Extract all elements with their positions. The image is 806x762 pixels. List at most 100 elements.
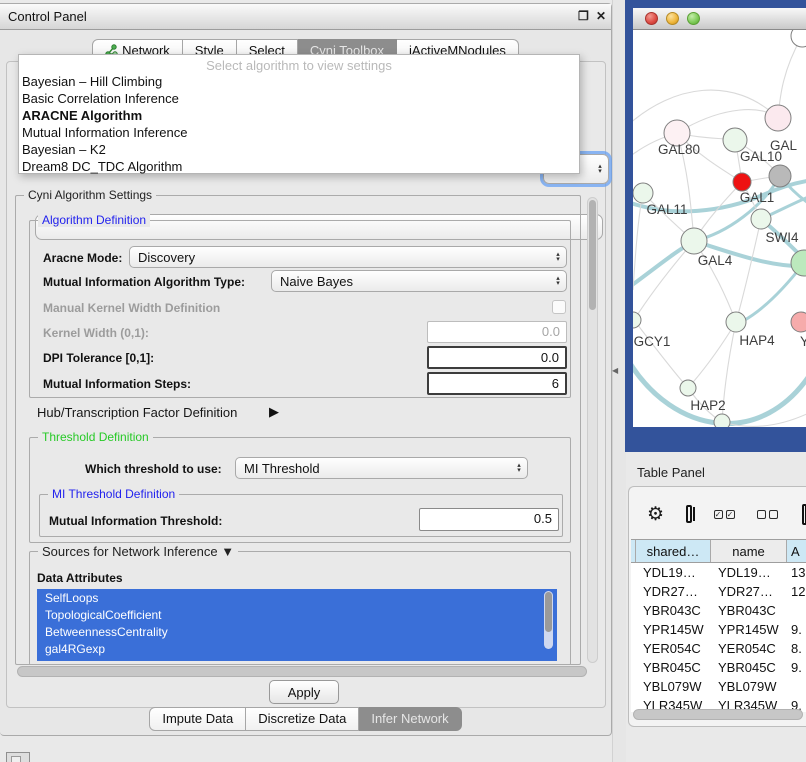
split-columns-icon[interactable] bbox=[686, 505, 692, 523]
column-header-name[interactable]: name bbox=[711, 540, 787, 562]
sources-collapse-arrow-icon: ▼ bbox=[221, 544, 234, 559]
mi-threshold-field[interactable]: 0.5 bbox=[419, 508, 559, 531]
table-row[interactable]: YDL19…YDL19…13 bbox=[631, 563, 806, 582]
column-header-clipped[interactable]: A bbox=[787, 540, 806, 562]
algorithm-option[interactable]: Basic Correlation Inference bbox=[19, 90, 579, 107]
node-label-gal10: GAL10 bbox=[740, 149, 782, 164]
minimize-traffic-light-icon[interactable] bbox=[666, 12, 679, 25]
network-node-y[interactable] bbox=[791, 312, 806, 332]
dpi-tolerance-field[interactable]: 0.0 bbox=[427, 346, 567, 369]
apply-button[interactable]: Apply bbox=[269, 680, 339, 704]
network-node-gal11[interactable] bbox=[633, 183, 653, 203]
attribute-list-item[interactable]: TopologicalCoefficient bbox=[37, 606, 557, 623]
control-panel-title: Control Panel bbox=[8, 9, 87, 24]
table-row[interactable]: YER054CYER054C8. bbox=[631, 639, 806, 658]
network-node[interactable] bbox=[769, 165, 791, 187]
tab-infer-network[interactable]: Infer Network bbox=[359, 707, 461, 731]
which-threshold-combo[interactable]: MI Threshold ▴▾ bbox=[235, 457, 528, 479]
column-header-shared-name[interactable]: shared… bbox=[636, 540, 711, 562]
node-label-gcy1: GCY1 bbox=[634, 334, 671, 349]
zoom-traffic-light-icon[interactable] bbox=[687, 12, 700, 25]
network-edge[interactable] bbox=[634, 241, 694, 320]
attributes-list-scrollbar-thumb[interactable] bbox=[545, 592, 552, 632]
network-canvas[interactable]: GALGAL80GAL10GAL1GAL11SWI4GAL4GCY1HAP4YH… bbox=[633, 30, 806, 427]
node-attribute-table[interactable]: shared… name A YDL19…YDL19…13YDR27…YDR27… bbox=[631, 539, 806, 712]
algorithm-option[interactable]: Bayesian – Hill Climbing bbox=[19, 73, 579, 90]
table-row[interactable]: YBL079WYBL079W bbox=[631, 677, 806, 696]
table-row[interactable]: YBR045CYBR045C9. bbox=[631, 658, 806, 677]
settings-vertical-scrollbar-thumb[interactable] bbox=[589, 200, 596, 310]
table-cell: YDL19… bbox=[636, 565, 711, 580]
network-node-gcy1[interactable] bbox=[633, 312, 641, 328]
kernel-width-field[interactable]: 0.0 bbox=[427, 321, 567, 343]
mi-steps-label: Mutual Information Steps: bbox=[43, 377, 191, 391]
hub-definition-label[interactable]: Hub/Transcription Factor Definition bbox=[37, 405, 237, 420]
network-node-gal[interactable] bbox=[765, 105, 791, 131]
network-node-gal1[interactable] bbox=[733, 173, 751, 191]
algorithm-option[interactable]: Dream8 DC_TDC Algorithm bbox=[19, 158, 579, 175]
table-cell: YDR27… bbox=[711, 584, 787, 599]
sources-group-title[interactable]: Sources for Network Inference ▼ bbox=[38, 544, 238, 559]
network-edge[interactable] bbox=[677, 110, 778, 133]
select-all-columns-icon[interactable] bbox=[714, 510, 735, 519]
network-node-hap4[interactable] bbox=[726, 312, 746, 332]
table-header-row: shared… name A bbox=[631, 540, 806, 563]
aracne-mode-combo[interactable]: Discovery ▴▾ bbox=[129, 246, 567, 268]
table-panel-toolbar: ⚙ bbox=[639, 497, 806, 531]
manual-kernel-width-checkbox[interactable] bbox=[552, 300, 566, 314]
algorithm-option[interactable]: Bayesian – K2 bbox=[19, 141, 579, 158]
aracne-mode-label: Aracne Mode: bbox=[43, 251, 122, 265]
table-row[interactable]: YDR27…YDR27…12 bbox=[631, 582, 806, 601]
minimized-panel-icon[interactable] bbox=[6, 752, 30, 762]
network-edge[interactable] bbox=[736, 219, 761, 322]
new-table-icon[interactable] bbox=[802, 504, 806, 525]
float-window-icon[interactable]: ❐ bbox=[578, 9, 589, 23]
data-attributes-label: Data Attributes bbox=[37, 571, 123, 585]
network-node-swi4[interactable] bbox=[751, 209, 771, 229]
table-panel: ⚙ shared… name A YDL19…YDL19…13YDR27…YDR… bbox=[628, 486, 806, 727]
close-traffic-light-icon[interactable] bbox=[645, 12, 658, 25]
attribute-list-item[interactable]: SelfLoops bbox=[37, 589, 557, 606]
table-horizontal-scrollbar[interactable] bbox=[633, 709, 803, 720]
settings-horizontal-scrollbar[interactable] bbox=[17, 666, 587, 677]
network-node-hap2[interactable] bbox=[680, 380, 696, 396]
gear-icon[interactable]: ⚙ bbox=[647, 503, 664, 526]
tab-label: Impute Data bbox=[162, 711, 233, 726]
panel-divider[interactable] bbox=[612, 0, 626, 762]
network-node[interactable] bbox=[791, 250, 806, 276]
table-cell: YER054C bbox=[711, 641, 787, 656]
network-node-gal4[interactable] bbox=[681, 228, 707, 254]
attribute-list-item[interactable]: BetweennessCentrality bbox=[37, 623, 557, 640]
network-window-titlebar[interactable] bbox=[633, 8, 806, 30]
algorithm-popup-items: Bayesian – Hill ClimbingBasic Correlatio… bbox=[19, 73, 579, 175]
network-node[interactable] bbox=[714, 414, 730, 427]
network-graph: GALGAL80GAL10GAL1GAL11SWI4GAL4GCY1HAP4YH… bbox=[633, 30, 806, 427]
desktop: Control Panel ❐ ✕ NetworkStyleSelectCyni… bbox=[0, 0, 806, 762]
table-cell: YER054C bbox=[636, 641, 711, 656]
network-edge[interactable] bbox=[688, 322, 736, 388]
mi-steps-field[interactable]: 6 bbox=[427, 372, 567, 395]
node-label-gal1: GAL1 bbox=[740, 190, 775, 205]
table-row[interactable]: YPR145WYPR145W9. bbox=[631, 620, 806, 639]
table-cell: YDR27… bbox=[636, 584, 711, 599]
table-row[interactable]: YBR043CYBR043C bbox=[631, 601, 806, 620]
mi-algorithm-type-combo[interactable]: Naive Bayes ▴▾ bbox=[271, 270, 567, 292]
algorithm-dropdown-popup: Select algorithm to view settings Bayesi… bbox=[18, 54, 580, 174]
algorithm-option[interactable]: Mutual Information Inference bbox=[19, 124, 579, 141]
network-node[interactable] bbox=[791, 30, 806, 47]
attribute-list-item[interactable]: gal4RGexp bbox=[37, 640, 557, 657]
hub-expand-arrow-icon[interactable]: ▶ bbox=[269, 404, 279, 420]
algorithm-option[interactable]: ARACNE Algorithm bbox=[19, 107, 579, 124]
settings-vertical-scrollbar[interactable] bbox=[587, 197, 598, 663]
close-icon[interactable]: ✕ bbox=[596, 9, 606, 23]
tab-discretize-data[interactable]: Discretize Data bbox=[246, 707, 359, 731]
tab-label: Infer Network bbox=[371, 711, 448, 726]
deselect-all-columns-icon[interactable] bbox=[757, 510, 778, 519]
which-threshold-label: Which threshold to use: bbox=[85, 462, 222, 476]
algorithm-popup-placeholder: Select algorithm to view settings bbox=[19, 55, 579, 73]
divider-collapse-icon[interactable]: ◀ bbox=[612, 366, 618, 375]
network-edge[interactable] bbox=[633, 90, 778, 125]
data-attributes-list[interactable]: SelfLoopsTopologicalCoefficientBetweenne… bbox=[37, 589, 557, 661]
tab-impute-data[interactable]: Impute Data bbox=[149, 707, 246, 731]
attributes-list-scrollbar[interactable] bbox=[544, 591, 553, 649]
